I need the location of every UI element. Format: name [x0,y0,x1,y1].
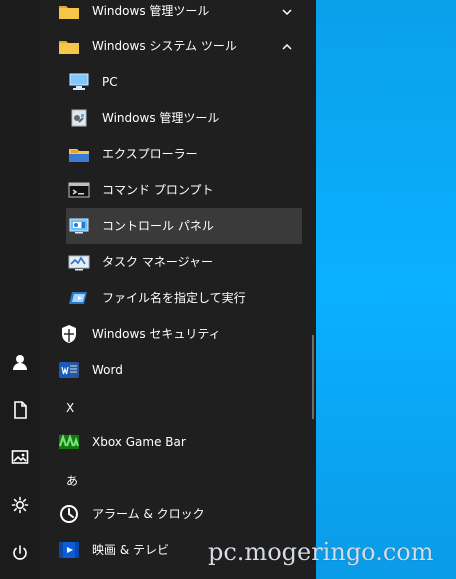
task-manager-icon [66,249,92,275]
app-item-label: コントロール パネル [102,219,214,233]
left-rail [0,0,40,579]
alarm-clock-icon [56,501,82,527]
pictures-icon [11,449,29,465]
app-item-pc[interactable]: PC [66,64,302,100]
app-item-file-explorer[interactable]: エクスプローラー [66,136,302,172]
app-item-label: PC [102,75,118,89]
app-list: Windows 管理ツール Windows システム ツール PC Window… [40,0,316,579]
settings-button[interactable] [0,487,40,523]
app-item-windows-admin-tools[interactable]: Windows 管理ツール [66,100,302,136]
scrollbar-thumb[interactable] [312,335,314,419]
documents-button[interactable] [0,392,40,428]
app-item-label: Windows システム ツール [92,39,237,53]
app-item-label: Xbox Game Bar [92,435,186,449]
control-panel-icon [66,213,92,239]
section-header-x[interactable]: X [66,390,74,426]
user-icon [11,353,29,371]
app-item-label: Windows セキュリティ [92,327,221,341]
run-icon [66,285,92,311]
app-item-label: Word [92,363,123,377]
pc-icon [66,69,92,95]
section-header-a[interactable]: あ [66,462,78,498]
document-icon [12,401,28,419]
app-item-run[interactable]: ファイル名を指定して実行 [66,280,302,316]
user-account-button[interactable] [0,344,40,380]
command-prompt-icon [66,177,92,203]
folder-icon [56,0,82,24]
settings-gear-icon [11,496,29,514]
movies-tv-icon [56,537,82,563]
chevron-down-icon [282,5,292,17]
app-item-label: コマンド プロンプト [102,183,214,197]
watermark-text: pc.mogeringo.com [208,538,434,566]
app-item-word[interactable]: Word [56,352,302,388]
folder-icon [56,33,82,59]
pictures-button[interactable] [0,439,40,475]
power-icon [11,544,29,562]
start-menu: Windows 管理ツール Windows システム ツール PC Window… [0,0,316,579]
app-item-alarm-clock[interactable]: アラーム & クロック [56,496,302,532]
app-item-windows-security[interactable]: Windows セキュリティ [56,316,302,352]
app-item-label: Windows 管理ツール [92,4,210,18]
app-item-windows-admin-tools-folder[interactable]: Windows 管理ツール [56,0,302,29]
app-item-label: ファイル名を指定して実行 [102,291,246,305]
app-item-label: エクスプローラー [102,147,198,161]
app-item-label: アラーム & クロック [92,507,205,521]
app-item-task-manager[interactable]: タスク マネージャー [66,244,302,280]
app-item-xbox-game-bar[interactable]: Xbox Game Bar [56,424,302,460]
file-explorer-icon [66,141,92,167]
app-item-windows-system-tools-folder[interactable]: Windows システム ツール [56,28,302,64]
app-item-label: タスク マネージャー [102,255,213,269]
app-item-label: Windows 管理ツール [102,111,220,125]
app-item-command-prompt[interactable]: コマンド プロンプト [66,172,302,208]
admin-tools-icon [66,105,92,131]
app-item-control-panel[interactable]: コントロール パネル [66,208,302,244]
xbox-game-bar-icon [56,429,82,455]
power-button[interactable] [0,535,40,571]
shield-icon [56,321,82,347]
app-item-label: 映画 & テレビ [92,543,169,557]
word-icon [56,357,82,383]
chevron-up-icon [282,40,292,52]
desktop-background [316,0,456,579]
